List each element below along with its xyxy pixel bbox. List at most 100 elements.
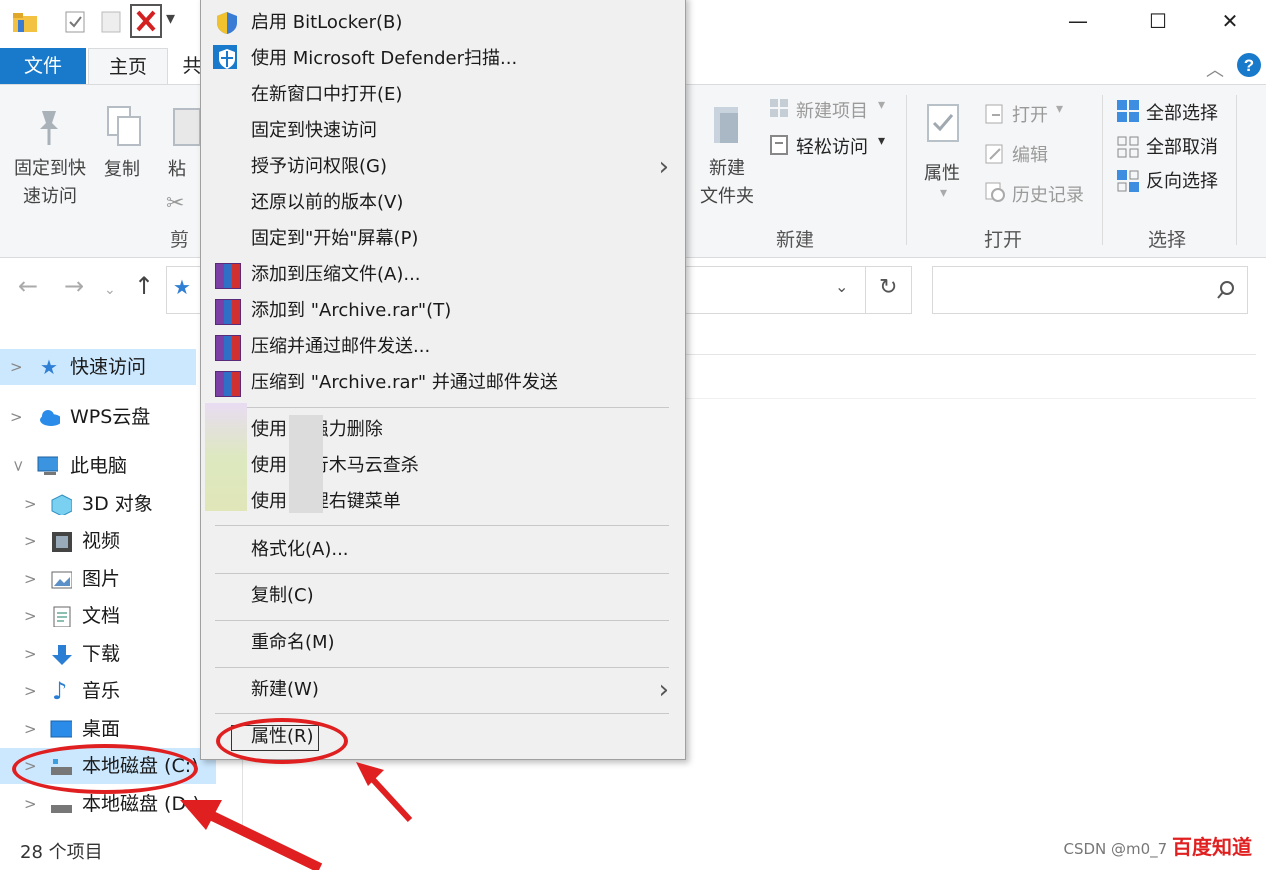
nav-label: 视频 <box>82 530 121 552</box>
menu-item-add-archive-rar[interactable]: 添加到 "Archive.rar"(T) <box>201 293 685 329</box>
cloud-icon <box>40 410 60 426</box>
paste-button[interactable]: 粘 <box>168 155 186 181</box>
chevron-right-icon[interactable]: > <box>24 561 37 597</box>
menu-item-grant-access[interactable]: 授予访问权限(G) › <box>201 149 685 185</box>
nav-item-pictures[interactable]: > 图片 <box>0 561 196 597</box>
tab-share[interactable]: 共 <box>182 48 202 84</box>
help-icon[interactable]: ? <box>1236 52 1262 78</box>
pin-icon <box>40 111 58 145</box>
properties-icon[interactable] <box>64 10 86 34</box>
pin-quick-access-button[interactable]: 固定到快 速访问 <box>10 155 90 211</box>
search-input[interactable] <box>932 266 1248 314</box>
address-dropdown-icon[interactable]: ⌄ <box>835 277 848 296</box>
menu-label: 还原以前的版本(V) <box>251 192 404 213</box>
video-icon <box>52 532 72 552</box>
refresh-button[interactable]: ↻ <box>879 275 897 300</box>
delete-icon[interactable] <box>130 4 162 38</box>
music-icon: ♪ <box>52 677 68 705</box>
tab-home[interactable]: 主页 <box>88 48 168 85</box>
new-folder-button[interactable]: 新建 文件夹 <box>700 155 754 211</box>
svg-text:?: ? <box>1244 56 1254 75</box>
chevron-right-icon[interactable]: > <box>24 486 37 522</box>
tab-file[interactable]: 文件 <box>0 48 86 84</box>
menu-separator <box>215 407 669 408</box>
back-arrow-icon[interactable]: ← <box>18 272 38 300</box>
chevron-right-icon[interactable]: > <box>24 636 37 672</box>
menu-item-new[interactable]: 新建(W) › <box>201 672 685 708</box>
edit-button[interactable]: 编辑 <box>1012 141 1048 167</box>
menu-item-add-archive[interactable]: 添加到压缩文件(A)... <box>201 257 685 293</box>
new-folder-icon[interactable] <box>100 10 122 34</box>
nav-item-documents[interactable]: > 文档 <box>0 598 196 634</box>
menu-item-restore-versions[interactable]: 还原以前的版本(V) <box>201 185 685 221</box>
menu-item-force-delete[interactable]: 使用 的强力删除 <box>201 412 685 448</box>
properties-dropdown-icon[interactable]: ▾ <box>940 185 947 201</box>
menu-label: 添加到压缩文件(A)... <box>251 264 421 285</box>
star-icon: ★ <box>40 355 58 379</box>
chevron-right-icon[interactable]: > <box>24 711 37 747</box>
menu-item-trojan-scan[interactable]: 使用 进行木马云查杀 <box>201 448 685 484</box>
submenu-arrow-icon: › <box>658 152 669 182</box>
drive-icon <box>51 805 72 813</box>
cut-icon[interactable]: ✂ <box>166 191 184 216</box>
select-none-button[interactable]: 全部取消 <box>1146 133 1218 159</box>
quick-access-star-icon: ★ <box>173 275 191 299</box>
menu-separator <box>215 713 669 714</box>
nav-label: 下载 <box>82 643 121 665</box>
chevron-right-icon[interactable]: > <box>24 598 37 634</box>
nav-label: WPS云盘 <box>70 406 151 428</box>
folder-icon <box>13 13 37 32</box>
nav-item-downloads[interactable]: > 下载 <box>0 636 196 672</box>
computer-icon <box>37 456 58 475</box>
menu-item-format[interactable]: 格式化(A)... <box>201 532 685 568</box>
menu-item-manage-menu[interactable]: 使用 管理右键菜单 <box>201 484 685 520</box>
nav-item-music[interactable]: > ♪ 音乐 <box>0 673 196 709</box>
maximize-button[interactable]: ☐ <box>1126 4 1190 38</box>
new-item-dropdown-icon[interactable]: ▾ <box>878 97 885 113</box>
menu-item-pin-start[interactable]: 固定到"开始"屏幕(P) <box>201 221 685 257</box>
menu-label: 压缩到 "Archive.rar" 并通过邮件发送 <box>251 372 558 393</box>
history-button[interactable]: 历史记录 <box>1012 181 1084 207</box>
menu-item-defender-scan[interactable]: 使用 Microsoft Defender扫描... <box>201 41 685 77</box>
collapse-ribbon-icon[interactable]: ︿ <box>1206 56 1224 82</box>
nav-item-wps-cloud[interactable]: > WPS云盘 <box>0 399 196 435</box>
chevron-right-icon[interactable]: > <box>24 523 37 559</box>
recent-locations-icon[interactable]: ⌄ <box>104 282 116 298</box>
menu-item-compress-rar-email[interactable]: 压缩到 "Archive.rar" 并通过邮件发送 <box>201 365 685 401</box>
nav-item-desktop[interactable]: > 桌面 <box>0 711 196 747</box>
menu-item-compress-email[interactable]: 压缩并通过邮件发送... <box>201 329 685 365</box>
up-arrow-icon[interactable]: ↑ <box>134 272 154 300</box>
chevron-right-icon[interactable]: > <box>24 786 37 822</box>
menu-item-bitlocker[interactable]: 启用 BitLocker(B) <box>201 5 685 41</box>
menu-item-pin-quick-access[interactable]: 固定到快速访问 <box>201 113 685 149</box>
desktop-icon <box>50 720 72 738</box>
menu-label: 格式化(A)... <box>251 539 349 560</box>
open-button[interactable]: 打开 <box>1012 101 1048 127</box>
easy-access-dropdown-icon[interactable]: ▾ <box>878 133 885 149</box>
quick-access-dropdown-icon[interactable]: ▾ <box>166 8 175 29</box>
winrar-icon <box>215 371 241 397</box>
nav-item-quick-access[interactable]: > ★ 快速访问 <box>0 349 196 385</box>
nav-item-videos[interactable]: > 视频 <box>0 523 196 559</box>
nav-item-this-pc[interactable]: > 此电脑 <box>0 448 196 484</box>
menu-item-open-new-window[interactable]: 在新窗口中打开(E) <box>201 77 685 113</box>
chevron-right-icon[interactable]: > <box>10 399 23 435</box>
open-dropdown-icon[interactable]: ▾ <box>1056 101 1063 117</box>
new-item-button[interactable]: 新建项目 <box>796 97 868 123</box>
menu-item-rename[interactable]: 重命名(M) <box>201 625 685 661</box>
new-item-icon <box>770 99 788 117</box>
forward-arrow-icon[interactable]: → <box>64 272 84 300</box>
address-divider <box>865 267 866 313</box>
nav-item-3d-objects[interactable]: > 3D 对象 <box>0 486 196 522</box>
chevron-right-icon[interactable]: > <box>24 673 37 709</box>
minimize-button[interactable]: — <box>1046 4 1110 38</box>
easy-access-button[interactable]: 轻松访问 <box>796 133 868 159</box>
menu-item-copy[interactable]: 复制(C) <box>201 578 685 614</box>
close-button[interactable]: ✕ <box>1198 4 1262 38</box>
select-all-button[interactable]: 全部选择 <box>1146 99 1218 125</box>
chevron-right-icon[interactable]: > <box>10 349 23 385</box>
invert-selection-button[interactable]: 反向选择 <box>1146 167 1218 193</box>
copy-button[interactable]: 复制 <box>104 155 140 181</box>
chevron-down-icon[interactable]: > <box>0 460 36 473</box>
properties-button[interactable]: 属性 <box>924 159 960 185</box>
